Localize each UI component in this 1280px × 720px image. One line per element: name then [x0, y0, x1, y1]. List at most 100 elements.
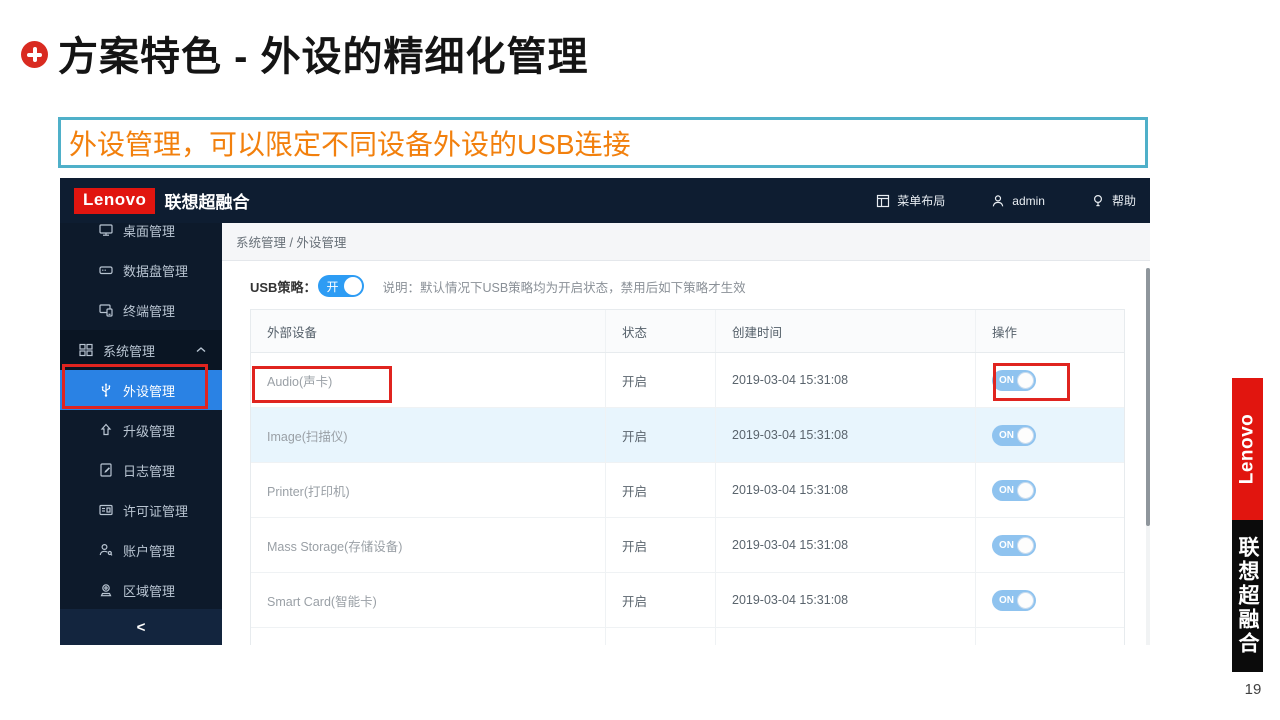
usb-policy-label: USB策略：	[250, 277, 316, 296]
device-toggle[interactable]: ON	[992, 480, 1036, 501]
callout-box: 外设管理，可以限定不同设备外设的USB连接	[58, 117, 1148, 168]
help-button[interactable]: 帮助	[1091, 192, 1136, 209]
usb-policy-toggle[interactable]: 开	[318, 275, 364, 297]
app-body: 桌面管理 数据盘管理 终端管理 系统管理	[60, 223, 1150, 645]
table-header: 外部设备 状态 创建时间 操作	[251, 310, 1124, 353]
product-vertical-badge: 联想超融合	[1232, 520, 1263, 672]
toggle-knob	[1017, 482, 1034, 499]
data-disk-icon	[98, 262, 114, 278]
lenovo-vertical-text: Lenovo	[1237, 414, 1259, 485]
user-menu[interactable]: admin	[991, 194, 1045, 208]
callout-text: 外设管理，可以限定不同设备外设的USB连接	[69, 123, 631, 163]
device-name: Image(扫描仪)	[251, 408, 606, 462]
desktop-icon	[98, 223, 114, 238]
upgrade-icon	[98, 422, 114, 438]
main-content: 系统管理 / 外设管理 USB策略： 开 说明：默认情况下USB策略均为开启状态…	[222, 223, 1150, 645]
plus-icon	[21, 41, 48, 68]
toggle-knob	[344, 277, 362, 295]
sidebar-item-region[interactable]: 区域管理	[60, 570, 222, 610]
sidebar-nav: 桌面管理 数据盘管理 终端管理 系统管理	[60, 223, 222, 610]
device-created	[716, 628, 976, 645]
table-row-mass-storage: Mass Storage(存储设备) 开启 2019-03-04 15:31:0…	[251, 518, 1124, 573]
sidebar-item-log[interactable]: 日志管理	[60, 450, 222, 490]
device-status: 开启	[606, 573, 716, 627]
grid-icon	[78, 342, 94, 358]
device-toggle[interactable]: ON	[992, 370, 1036, 391]
device-status: 开启	[606, 353, 716, 407]
device-status: 开启	[606, 408, 716, 462]
lenovo-logo: Lenovo	[74, 188, 155, 214]
content-panel: USB策略： 开 说明：默认情况下USB策略均为开启状态，禁用后如下策略才生效 …	[222, 261, 1150, 645]
menu-layout-button[interactable]: 菜单布局	[876, 192, 945, 209]
sidebar-item-label: 日志管理	[123, 461, 175, 480]
toggle-on-label: 开	[326, 278, 338, 295]
app-header: Lenovo 联想超融合 菜单布局 admin 帮助	[60, 178, 1150, 223]
app-screenshot: Lenovo 联想超融合 菜单布局 admin 帮助	[60, 178, 1150, 645]
device-toggle[interactable]: ON	[992, 590, 1036, 611]
col-header-created: 创建时间	[716, 310, 976, 352]
toggle-knob	[1017, 372, 1034, 389]
device-status	[606, 628, 716, 645]
sidebar-item-desktop[interactable]: 桌面管理	[60, 223, 222, 250]
device-created: 2019-03-04 15:31:08	[716, 353, 976, 407]
sidebar-collapse-button[interactable]: <	[60, 609, 222, 645]
device-toggle[interactable]	[992, 645, 1036, 646]
device-name: Mass Storage(存储设备)	[251, 518, 606, 572]
menu-layout-label: 菜单布局	[897, 192, 945, 209]
terminal-icon	[98, 302, 114, 318]
layout-icon	[876, 194, 890, 208]
toggle-knob	[1017, 427, 1034, 444]
sidebar-item-label: 桌面管理	[123, 223, 175, 240]
device-created: 2019-03-04 15:31:08	[716, 518, 976, 572]
help-label: 帮助	[1112, 192, 1136, 209]
device-created: 2019-03-04 15:31:08	[716, 408, 976, 462]
sidebar-item-peripheral[interactable]: 外设管理	[60, 370, 222, 410]
lenovo-vertical-badge: Lenovo	[1232, 378, 1263, 520]
slide: 方案特色 - 外设的精细化管理 外设管理，可以限定不同设备外设的USB连接 Le…	[0, 0, 1280, 720]
device-status: 开启	[606, 518, 716, 572]
table-row-audio: Audio(声卡) 开启 2019-03-04 15:31:08 ON	[251, 353, 1124, 408]
sidebar-item-account[interactable]: 账户管理	[60, 530, 222, 570]
license-icon	[98, 502, 114, 518]
table-row-partial	[251, 628, 1124, 645]
device-status: 开启	[606, 463, 716, 517]
col-header-status: 状态	[606, 310, 716, 352]
sidebar-item-label: 升级管理	[123, 421, 175, 440]
sidebar-item-label: 外设管理	[123, 381, 175, 400]
sidebar-item-label: 数据盘管理	[123, 261, 188, 280]
scrollbar-thumb[interactable]	[1146, 268, 1150, 526]
product-name: 联想超融合	[164, 188, 249, 213]
device-name: Smart Card(智能卡)	[251, 573, 606, 627]
devices-table: 外部设备 状态 创建时间 操作 Audio(声卡) 开启 2019-03-04 …	[250, 309, 1125, 645]
sidebar-item-terminal[interactable]: 终端管理	[60, 290, 222, 330]
sidebar-item-label: 终端管理	[123, 301, 175, 320]
device-toggle[interactable]: ON	[992, 535, 1036, 556]
log-icon	[98, 462, 114, 478]
device-toggle[interactable]: ON	[992, 425, 1036, 446]
table-row-smart-card: Smart Card(智能卡) 开启 2019-03-04 15:31:08 O…	[251, 573, 1124, 628]
device-created: 2019-03-04 15:31:08	[716, 573, 976, 627]
user-icon	[991, 194, 1005, 208]
username: admin	[1012, 194, 1045, 208]
toggle-knob	[1017, 592, 1034, 609]
sidebar-section-system[interactable]: 系统管理	[60, 330, 222, 370]
col-header-device: 外部设备	[251, 310, 606, 352]
sidebar-item-upgrade[interactable]: 升级管理	[60, 410, 222, 450]
sidebar-item-label: 系统管理	[103, 341, 155, 360]
device-name: Printer(打印机)	[251, 463, 606, 517]
chevron-left-icon: <	[137, 619, 146, 636]
sidebar-item-license[interactable]: 许可证管理	[60, 490, 222, 530]
col-header-action: 操作	[976, 310, 1124, 352]
sidebar-item-label: 账户管理	[123, 541, 175, 560]
chevron-up-icon	[196, 347, 206, 354]
device-name	[251, 628, 606, 645]
product-vertical-text: 联想超融合	[1237, 536, 1258, 656]
device-created: 2019-03-04 15:31:08	[716, 463, 976, 517]
device-name: Audio(声卡)	[251, 353, 606, 407]
toggle-knob	[1017, 537, 1034, 554]
sidebar-item-label: 许可证管理	[123, 501, 188, 520]
breadcrumb-text: 系统管理 / 外设管理	[236, 232, 346, 251]
usb-icon	[98, 382, 114, 398]
sidebar-item-datadisk[interactable]: 数据盘管理	[60, 250, 222, 290]
usb-policy-row: USB策略： 开 说明：默认情况下USB策略均为开启状态，禁用后如下策略才生效	[250, 275, 1125, 297]
